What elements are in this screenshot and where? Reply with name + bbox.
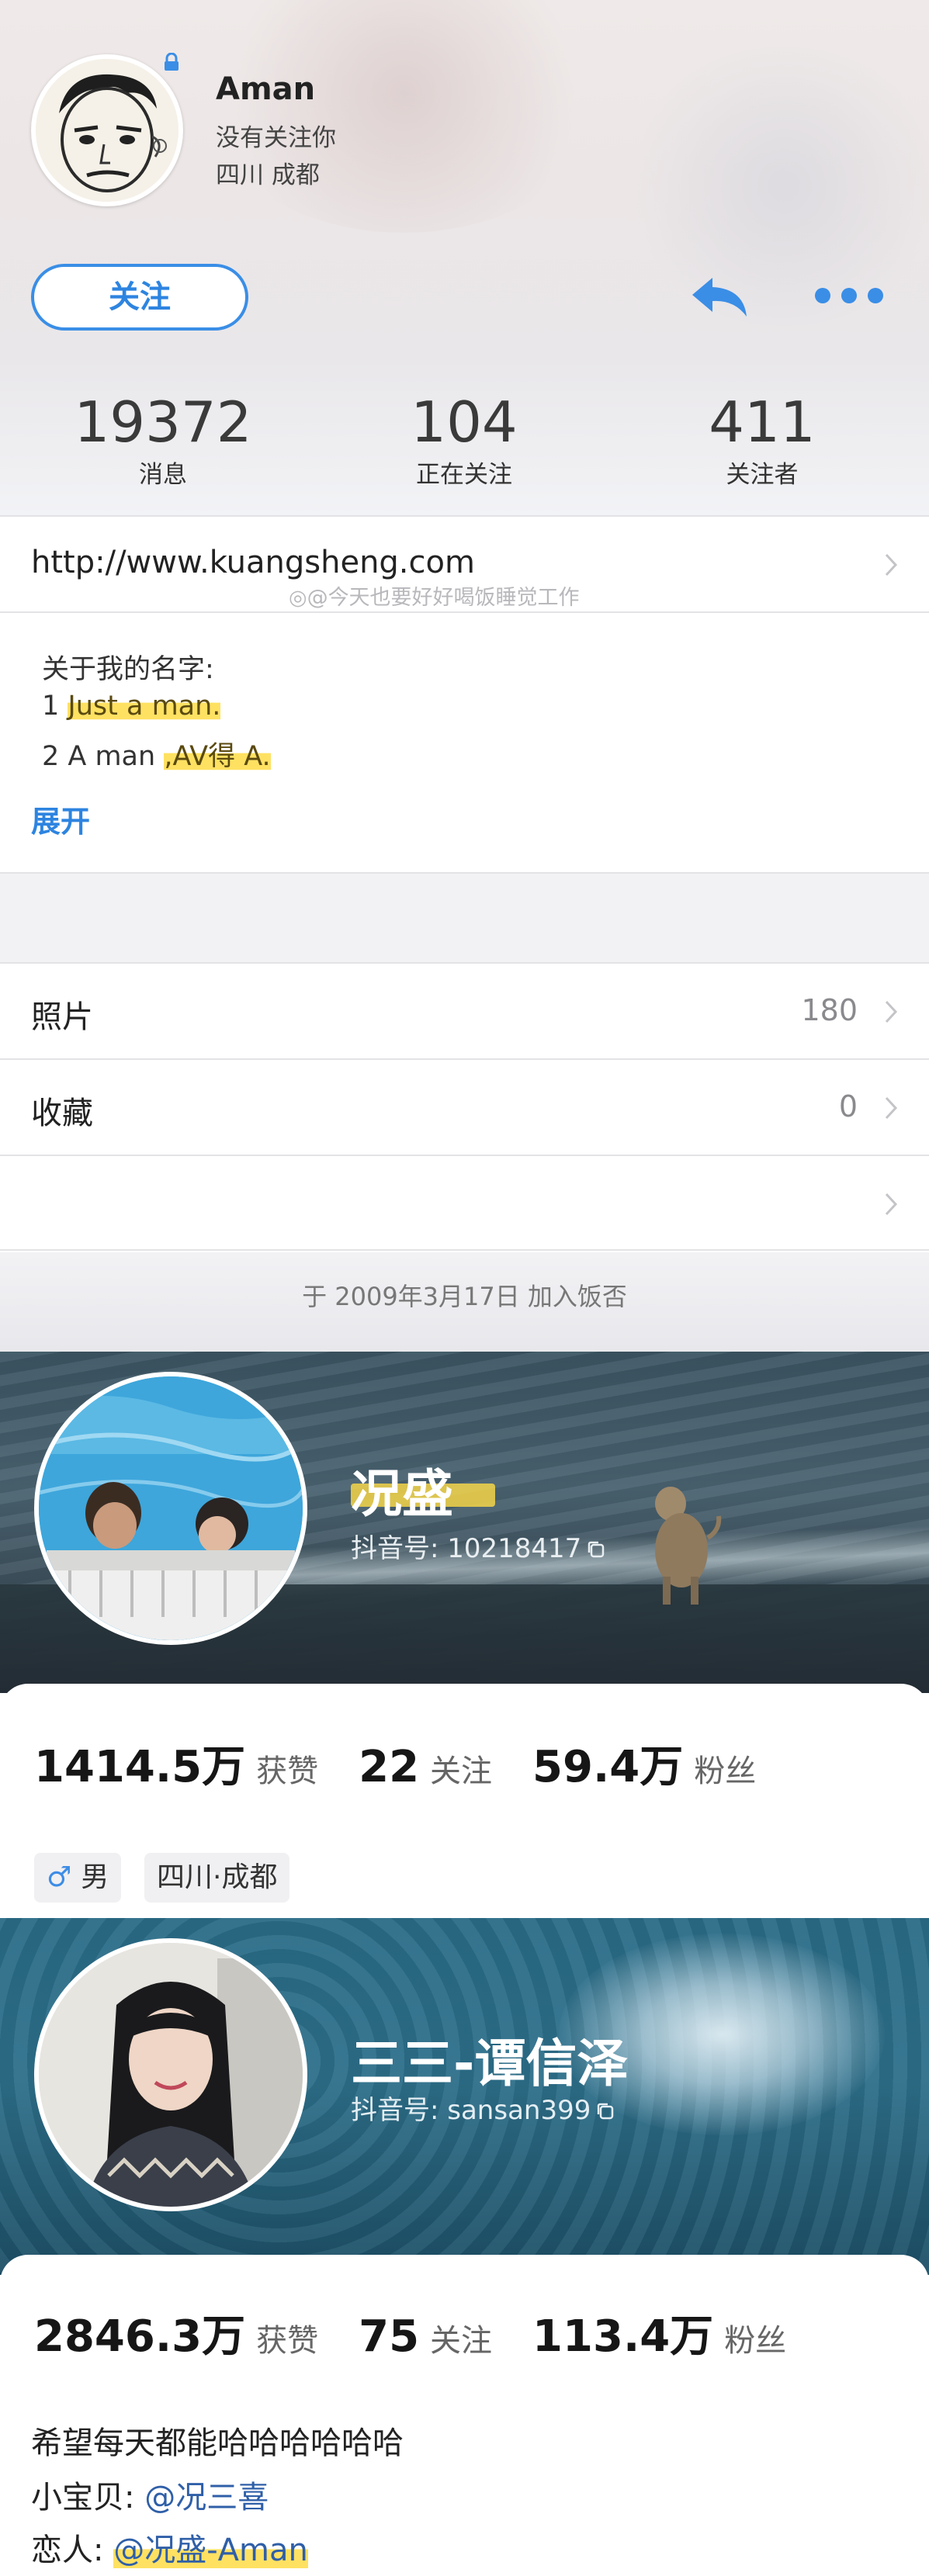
fans-label: 粉丝 — [694, 1754, 757, 1789]
profile-card — [0, 1684, 929, 1918]
following-label: 关注 — [430, 2323, 493, 2359]
copy-icon[interactable] — [586, 1539, 606, 1560]
chevron-right-icon — [885, 1096, 898, 1120]
cartoon-face-avatar-image — [36, 59, 179, 202]
chevron-right-icon — [885, 1193, 898, 1216]
location-tag: 四川·成都 — [144, 1853, 290, 1903]
bio-label: 恋人: — [31, 2533, 114, 2568]
portrait-avatar-image — [39, 1943, 303, 2207]
section-spacer — [0, 872, 929, 962]
stat-label: 消息 — [139, 461, 187, 489]
more-icon[interactable] — [812, 284, 886, 307]
avatar[interactable] — [34, 1938, 307, 2211]
douyin-id: 抖音号: sansan399 — [351, 2089, 615, 2127]
avatar[interactable] — [34, 1372, 307, 1645]
fans-count[interactable]: 59.4万 — [532, 1742, 683, 1792]
stat-messages[interactable]: 19372 消息 — [54, 391, 272, 490]
location-text: 四川 成都 — [216, 161, 320, 189]
list-count: 180 — [801, 993, 858, 1027]
stat-followers[interactable]: 411 关注者 — [653, 391, 871, 490]
likes-label: 获赞 — [256, 2323, 319, 2359]
joined-date: 于 2009年3月17日 加入饭否 — [302, 1282, 627, 1311]
lock-icon — [165, 53, 179, 71]
gender-tag: ♂ 男 — [34, 1853, 122, 1903]
profile-stats: 2846.3万 获赞 75 关注 113.4万 粉丝 — [34, 2301, 827, 2364]
douyin-id-text: 抖音号: sansan399 — [351, 2095, 591, 2126]
highlighted-text: Just a man. — [68, 691, 221, 722]
avatar[interactable] — [31, 54, 183, 206]
list-item-photos[interactable]: 照片 180 — [0, 962, 929, 1058]
male-icon: ♂ — [47, 1861, 72, 1893]
likes-count[interactable]: 2846.3万 — [34, 2311, 245, 2362]
list-item-favorites[interactable]: 收藏 0 — [0, 1058, 929, 1155]
list-count: 0 — [838, 1089, 858, 1124]
fans-count[interactable]: 113.4万 — [532, 2311, 713, 2362]
following-count[interactable]: 75 — [359, 2311, 419, 2362]
likes-count[interactable]: 1414.5万 — [34, 1742, 245, 1792]
bio-line: 小宝贝: @况三喜 — [31, 2472, 269, 2517]
gender-text: 男 — [81, 1861, 109, 1893]
fans-label: 粉丝 — [724, 2323, 787, 2359]
bio-line: 希望每天都能哈哈哈哈哈哈 — [31, 2425, 404, 2461]
copy-icon[interactable] — [595, 2101, 615, 2121]
list-label: 照片 — [31, 999, 93, 1035]
chevron-right-icon — [885, 1000, 898, 1023]
stat-label: 正在关注 — [416, 461, 512, 489]
profile-name: 况盛 — [351, 1464, 453, 1524]
bio-line: 关于我的名字: — [42, 654, 214, 685]
mention-link[interactable]: @况三喜 — [144, 2480, 269, 2515]
profile-name: Aman — [216, 71, 316, 107]
douyin-id-text: 抖音号: 10218417 — [351, 1533, 582, 1564]
highlighted-text: ,AV得 A. — [164, 741, 271, 772]
watermark-text: @今天也要好好喝饭睡觉工作 — [307, 586, 580, 610]
follow-button[interactable]: 关注 — [31, 264, 248, 331]
stat-value: 104 — [411, 390, 518, 455]
watermark: ◎@今天也要好好喝饭睡觉工作 — [289, 580, 580, 611]
stat-value: 19372 — [74, 390, 252, 455]
expand-link[interactable]: 展开 — [31, 798, 90, 840]
reply-icon[interactable] — [689, 273, 751, 320]
bio-text: 1 — [42, 691, 68, 722]
bio-line: 2 A man ,AV得 A. — [42, 734, 271, 774]
follow-status: 没有关注你 — [216, 124, 336, 152]
dog-figure — [655, 1487, 722, 1605]
mention-link[interactable]: @况盛-Aman — [113, 2533, 308, 2568]
chevron-right-icon — [885, 553, 898, 576]
bio-line: 恋人: @况盛-Aman — [31, 2525, 308, 2570]
weibo-icon: ◎ — [289, 586, 307, 610]
profile-url[interactable]: http://www.kuangsheng.com — [31, 545, 475, 580]
bio-label: 小宝贝: — [31, 2480, 145, 2515]
following-label: 关注 — [430, 1754, 493, 1789]
bio-line: 1 Just a man. — [42, 691, 221, 722]
header-background-blur — [202, 0, 605, 233]
stat-label: 关注者 — [726, 461, 799, 489]
list-label: 收藏 — [31, 1096, 93, 1131]
douyin-id: 抖音号: 10218417 — [351, 1527, 606, 1565]
bio-text: 2 A man — [42, 741, 165, 772]
likes-label: 获赞 — [256, 1754, 319, 1789]
profile-name: 三三-谭信泽 — [351, 2034, 629, 2093]
stat-value: 411 — [709, 390, 816, 455]
following-count[interactable]: 22 — [359, 1742, 419, 1792]
pool-photo-avatar-image — [39, 1376, 303, 1640]
profile-stats: 1414.5万 获赞 22 关注 59.4万 粉丝 — [34, 1732, 796, 1795]
stat-following[interactable]: 104 正在关注 — [355, 391, 573, 490]
list-item-hidden[interactable] — [0, 1155, 929, 1251]
